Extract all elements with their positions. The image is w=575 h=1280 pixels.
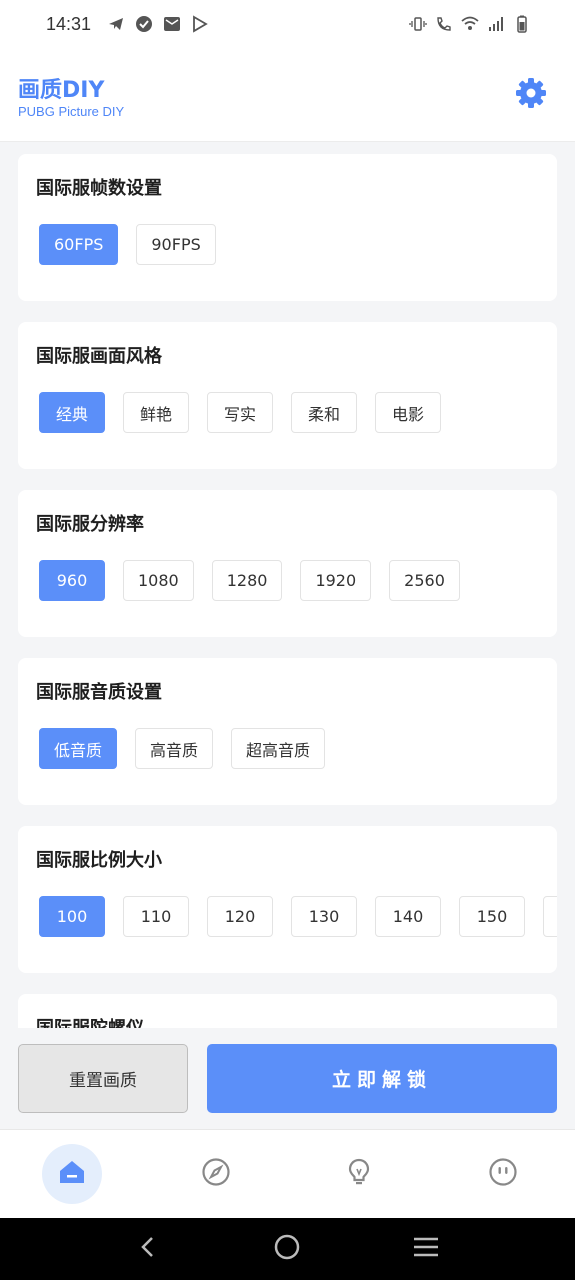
section-picture-style: 国际服画面风格 经典 鲜艳 写实 柔和 电影 — [18, 322, 557, 469]
option-110[interactable]: 110 — [123, 896, 189, 937]
vibrate-icon — [409, 15, 427, 33]
system-home-button[interactable] — [267, 1229, 307, 1269]
home-circle-icon — [273, 1233, 301, 1265]
wifi-icon — [461, 15, 479, 33]
option-90fps[interactable]: 90FPS — [136, 224, 216, 265]
option-ultra-audio[interactable]: 超高音质 — [231, 728, 326, 769]
nav-home[interactable] — [41, 1144, 102, 1204]
section-title: 国际服音质设置 — [36, 682, 162, 703]
status-left: 14:31 — [46, 14, 209, 35]
unlock-now-button[interactable]: 立即解锁 — [207, 1044, 557, 1113]
app-title: 画质DIY — [18, 78, 105, 103]
nav-tips[interactable] — [329, 1144, 389, 1204]
option-60fps[interactable]: 60FPS — [39, 224, 119, 265]
system-back-button[interactable] — [129, 1229, 169, 1269]
option-1920[interactable]: 1920 — [300, 560, 372, 601]
section-resolution: 国际服分辨率 960 1080 1280 1920 2560 — [18, 490, 557, 637]
battery-icon — [513, 15, 531, 33]
signal-icon — [487, 15, 505, 33]
wifi-calling-icon — [435, 15, 453, 33]
option-row: 100 110 120 130 140 150 — [39, 896, 557, 937]
option-row: 960 1080 1280 1920 2560 — [39, 560, 460, 601]
option-130[interactable]: 130 — [291, 896, 357, 937]
option-vivid[interactable]: 鲜艳 — [123, 392, 189, 433]
option-140[interactable]: 140 — [375, 896, 441, 937]
app-header: 画质DIY PUBG Picture DIY — [0, 48, 575, 142]
option-movie[interactable]: 电影 — [375, 392, 441, 433]
section-gyroscope: 国际服陀螺仪 — [18, 994, 557, 1028]
play-store-icon — [191, 15, 209, 33]
section-audio-quality: 国际服音质设置 低音质 高音质 超高音质 — [18, 658, 557, 805]
option-row: 低音质 高音质 超高音质 — [39, 728, 326, 769]
reset-quality-button[interactable]: 重置画质 — [18, 1044, 188, 1113]
option-row: 60FPS 90FPS — [39, 224, 216, 265]
section-frame-rate: 国际服帧数设置 60FPS 90FPS — [18, 154, 557, 301]
action-bar: 重置画质 立即解锁 — [0, 1028, 575, 1130]
option-2560[interactable]: 2560 — [389, 560, 460, 601]
lightbulb-icon — [344, 1157, 374, 1191]
system-nav — [0, 1218, 575, 1280]
option-row: 经典 鲜艳 写实 柔和 电影 — [39, 392, 441, 433]
option-1280[interactable]: 1280 — [211, 560, 283, 601]
system-menu-button[interactable] — [406, 1229, 446, 1269]
settings-button[interactable] — [512, 76, 550, 114]
section-scale: 国际服比例大小 100 110 120 130 140 150 — [18, 826, 557, 973]
option-classic[interactable]: 经典 — [39, 392, 105, 433]
nav-discover[interactable] — [186, 1144, 246, 1204]
check-circle-icon — [135, 15, 153, 33]
compass-icon — [201, 1157, 231, 1191]
section-title: 国际服帧数设置 — [36, 178, 162, 199]
status-bar: 14:31 — [0, 0, 575, 48]
option-partial[interactable] — [543, 896, 557, 937]
nav-profile[interactable] — [473, 1144, 533, 1204]
option-realistic[interactable]: 写实 — [207, 392, 273, 433]
mail-icon — [163, 15, 181, 33]
option-120[interactable]: 120 — [207, 896, 273, 937]
back-icon — [137, 1235, 161, 1263]
robot-face-icon — [488, 1157, 518, 1191]
option-100[interactable]: 100 — [39, 896, 105, 937]
app-subtitle: PUBG Picture DIY — [18, 104, 125, 119]
option-soft[interactable]: 柔和 — [291, 392, 357, 433]
section-title: 国际服画面风格 — [36, 346, 162, 367]
option-low-audio[interactable]: 低音质 — [39, 728, 118, 769]
settings-content[interactable]: 国际服帧数设置 60FPS 90FPS 国际服画面风格 经典 鲜艳 写实 柔和 … — [0, 142, 575, 1028]
status-right — [409, 15, 531, 33]
telegram-icon — [107, 15, 125, 33]
menu-icon — [412, 1235, 440, 1263]
section-title: 国际服分辨率 — [36, 514, 144, 535]
home-icon — [57, 1157, 87, 1191]
option-high-audio[interactable]: 高音质 — [135, 728, 214, 769]
bottom-nav — [0, 1130, 575, 1218]
status-time: 14:31 — [46, 13, 92, 34]
option-1080[interactable]: 1080 — [123, 560, 194, 601]
section-title: 国际服陀螺仪 — [36, 1014, 144, 1028]
option-960[interactable]: 960 — [39, 560, 105, 601]
option-150[interactable]: 150 — [459, 896, 525, 937]
section-title: 国际服比例大小 — [36, 850, 162, 871]
gear-icon — [513, 75, 549, 115]
